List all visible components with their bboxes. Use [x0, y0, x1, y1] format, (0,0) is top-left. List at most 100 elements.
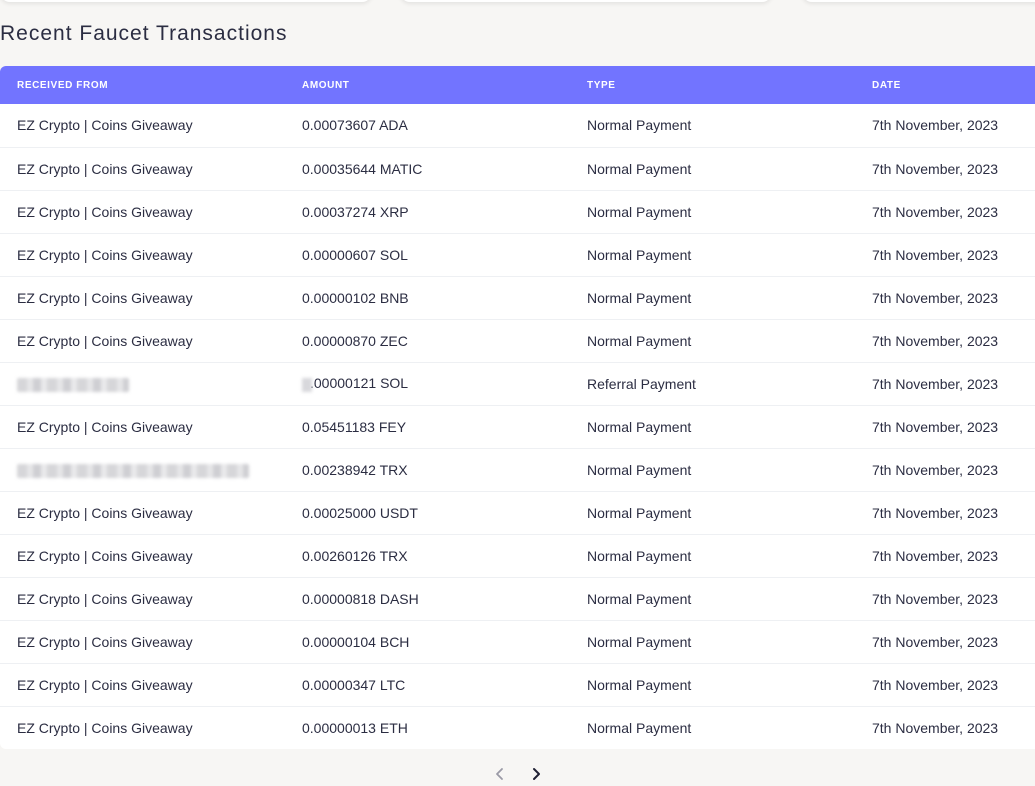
cell-date: 7th November, 2023 — [872, 504, 999, 521]
amount-value: 0.00025000 USDT — [302, 504, 418, 521]
cell-received-from — [0, 448, 285, 491]
amount-value: 0.00000870 ZEC — [302, 332, 408, 349]
chevron-right-icon — [532, 768, 540, 780]
cell-received-from: EZ Crypto | Coins Giveaway — [0, 577, 285, 620]
redacted-sender — [17, 377, 129, 392]
redacted-sender — [17, 463, 249, 478]
table-row: EZ Crypto | Coins Giveaway 0.00000818 DAS… — [0, 577, 1035, 620]
summary-card — [400, 0, 772, 2]
cell-date: 7th November, 2023 — [872, 246, 999, 263]
table-row: EZ Crypto | Coins Giveaway 0.00000347 LTC… — [0, 663, 1035, 706]
table-row: EZ Crypto | Coins Giveaway 0.00073607 ADA… — [0, 104, 1035, 147]
cell-date: 7th November, 2023 — [872, 590, 999, 607]
cell-received-from — [0, 362, 285, 405]
sender-name: EZ Crypto | Coins Giveaway — [17, 117, 193, 134]
cell-received-from: EZ Crypto | Coins Giveaway — [0, 405, 285, 448]
table-row: EZ Crypto | Coins Giveaway 0.00000013 ETH… — [0, 706, 1035, 749]
table-header: RECEIVED FROM AMOUNT TYPE DATE — [0, 66, 1035, 104]
cell-amount: .00000121 SOL — [285, 362, 570, 405]
cell-amount: 0.00000818 DASH — [285, 577, 570, 620]
column-header-amount: AMOUNT — [302, 79, 350, 91]
cell-received-from: EZ Crypto | Coins Giveaway — [0, 620, 285, 663]
table-row: .00000121 SOL Referral Payment 7th Novembe… — [0, 362, 1035, 405]
column-header-date: DATE — [872, 79, 901, 91]
amount-value: 0.00037274 XRP — [302, 203, 409, 220]
cell-type: Normal Payment — [587, 547, 692, 564]
table-row: EZ Crypto | Coins Giveaway 0.00260126 TRX… — [0, 534, 1035, 577]
cell-received-from: EZ Crypto | Coins Giveaway — [0, 147, 285, 190]
cell-date: 7th November, 2023 — [872, 719, 999, 736]
amount-value: 0.05451183 FEY — [302, 418, 407, 435]
cell-amount: 0.00037274 XRP — [285, 190, 570, 233]
sender-name: EZ Crypto | Coins Giveaway — [17, 289, 193, 306]
sender-name: EZ Crypto | Coins Giveaway — [17, 547, 193, 564]
column-header-type: TYPE — [587, 79, 616, 91]
amount-value: 0.00000607 SOL — [302, 246, 408, 263]
cell-type: Normal Payment — [587, 504, 692, 521]
next-page-button[interactable] — [527, 765, 545, 783]
amount-value: 0.00260126 TRX — [302, 547, 408, 564]
cell-type: Normal Payment — [587, 633, 692, 650]
amount-value: 0.00000013 ETH — [302, 719, 408, 736]
cell-type: Normal Payment — [587, 418, 692, 435]
cell-amount: 0.00260126 TRX — [285, 534, 570, 577]
amount-value: 0.00000818 DASH — [302, 590, 419, 607]
sender-name: EZ Crypto | Coins Giveaway — [17, 203, 193, 220]
cell-received-from: EZ Crypto | Coins Giveaway — [0, 319, 285, 362]
cell-amount: 0.00000347 LTC — [285, 663, 570, 706]
table-row: EZ Crypto | Coins Giveaway 0.00000102 BNB… — [0, 276, 1035, 319]
amount-value: 0.00000102 BNB — [302, 289, 409, 306]
cell-date: 7th November, 2023 — [872, 375, 999, 392]
amount-value: 0.00000347 LTC — [302, 676, 406, 693]
cell-type: Normal Payment — [587, 719, 692, 736]
sender-name: EZ Crypto | Coins Giveaway — [17, 633, 193, 650]
table-row: EZ Crypto | Coins Giveaway 0.05451183 FEY… — [0, 405, 1035, 448]
cell-date: 7th November, 2023 — [872, 547, 999, 564]
cell-type: Normal Payment — [587, 461, 692, 478]
sender-name: EZ Crypto | Coins Giveaway — [17, 504, 193, 521]
chevron-left-icon — [495, 768, 503, 780]
cell-received-from: EZ Crypto | Coins Giveaway — [0, 706, 285, 749]
cell-amount: 0.00238942 TRX — [285, 448, 570, 491]
page-title: Recent Faucet Transactions — [0, 22, 288, 45]
table-row: 0.00238942 TRX Normal Payment 7th November… — [0, 448, 1035, 491]
summary-card — [802, 0, 1035, 2]
cell-received-from: EZ Crypto | Coins Giveaway — [0, 663, 285, 706]
amount-value: 0.00000104 BCH — [302, 633, 410, 650]
cell-date: 7th November, 2023 — [872, 332, 999, 349]
prev-page-button[interactable] — [491, 765, 509, 783]
cell-date: 7th November, 2023 — [872, 461, 999, 478]
cell-received-from: EZ Crypto | Coins Giveaway — [0, 190, 285, 233]
cell-amount: 0.00000607 SOL — [285, 233, 570, 276]
cell-amount: 0.05451183 FEY — [285, 405, 570, 448]
amount-value: 0.00035644 MATIC — [302, 160, 423, 177]
cell-received-from: EZ Crypto | Coins Giveaway — [0, 491, 285, 534]
cell-date: 7th November, 2023 — [872, 676, 999, 693]
table-body: EZ Crypto | Coins Giveaway 0.00073607 ADA… — [0, 104, 1035, 749]
amount-value: .00000121 SOL — [310, 375, 409, 392]
cell-type: Normal Payment — [587, 332, 692, 349]
cell-type: Normal Payment — [587, 289, 692, 306]
sender-name: EZ Crypto | Coins Giveaway — [17, 418, 193, 435]
amount-value: 0.00073607 ADA — [302, 117, 408, 134]
cell-date: 7th November, 2023 — [872, 418, 999, 435]
table-header-row: RECEIVED FROM AMOUNT TYPE DATE — [0, 66, 1035, 104]
table-row: EZ Crypto | Coins Giveaway 0.00000104 BCH… — [0, 620, 1035, 663]
top-cards — [0, 0, 1035, 6]
redacted-digit — [302, 377, 312, 392]
cell-amount: 0.00000013 ETH — [285, 706, 570, 749]
table-row: EZ Crypto | Coins Giveaway 0.00000607 SOL… — [0, 233, 1035, 276]
sender-name: EZ Crypto | Coins Giveaway — [17, 719, 193, 736]
cell-amount: 0.00000870 ZEC — [285, 319, 570, 362]
cell-type: Normal Payment — [587, 203, 692, 220]
cell-date: 7th November, 2023 — [872, 203, 999, 220]
sender-name: EZ Crypto | Coins Giveaway — [17, 246, 193, 263]
cell-date: 7th November, 2023 — [872, 633, 999, 650]
cell-date: 7th November, 2023 — [872, 160, 999, 177]
cell-amount: 0.00073607 ADA — [285, 104, 570, 147]
cell-received-from: EZ Crypto | Coins Giveaway — [0, 104, 285, 147]
cell-received-from: EZ Crypto | Coins Giveaway — [0, 534, 285, 577]
table-row: EZ Crypto | Coins Giveaway 0.00037274 XRP… — [0, 190, 1035, 233]
table-row: EZ Crypto | Coins Giveaway 0.00000870 ZEC… — [0, 319, 1035, 362]
cell-type: Normal Payment — [587, 590, 692, 607]
